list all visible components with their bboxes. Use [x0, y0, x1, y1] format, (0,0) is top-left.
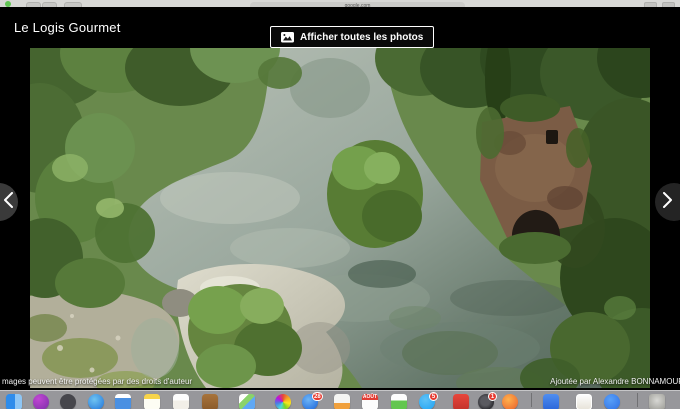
dock-icon-reminders[interactable]: [173, 394, 189, 409]
page-title: Le Logis Gourmet: [14, 20, 121, 35]
dock-icon-orange-circle[interactable]: [502, 394, 518, 409]
show-all-photos-label: Afficher toutes les photos: [300, 32, 423, 43]
show-all-photos-button[interactable]: Afficher toutes les photos: [270, 26, 434, 48]
chevron-left-icon: [4, 192, 13, 213]
next-photo-button[interactable]: [655, 183, 680, 221]
dock-icon-blue-picture[interactable]: [115, 394, 131, 409]
dark-circle-badge: 1: [488, 392, 497, 401]
dock: 28 AOÛT 5 1: [0, 390, 680, 409]
previous-photo-button[interactable]: [0, 183, 18, 221]
dock-icon-blue-circle[interactable]: [604, 394, 620, 409]
dock-icon-blue-folder[interactable]: [543, 394, 559, 409]
photo-stage: mages peuvent être protégées par des dro…: [0, 48, 680, 388]
dock-icon-photos[interactable]: [275, 394, 291, 409]
dock-icon-finder[interactable]: [6, 394, 22, 409]
dock-icon-notes[interactable]: [144, 394, 160, 409]
viewer-header: Le Logis Gourmet Afficher toutes les pho…: [0, 7, 680, 48]
chevron-right-icon: [663, 192, 672, 213]
twitter-badge: 5: [429, 392, 438, 401]
dock-divider: [531, 393, 532, 407]
copyright-notice: mages peuvent être protégées par des dro…: [2, 377, 192, 386]
dock-icon-picture-frame[interactable]: [576, 394, 592, 409]
dock-icon-maps[interactable]: [239, 394, 255, 409]
dock-icon-trash[interactable]: [649, 394, 665, 409]
mail-badge: 28: [312, 392, 323, 401]
dock-icon-red-app[interactable]: [453, 394, 469, 409]
photo-library-icon: [281, 32, 294, 43]
dock-icon-brown-app[interactable]: [202, 394, 218, 409]
dock-icon-safari[interactable]: [88, 394, 104, 409]
dock-icon-purple-circle[interactable]: [33, 394, 49, 409]
calendar-month-label: AOÛT: [362, 394, 378, 400]
dock-divider: [637, 393, 638, 407]
dock-icon-green-app[interactable]: [391, 394, 407, 409]
dock-icon-calendar[interactable]: AOÛT: [362, 394, 378, 409]
dock-icon-orange-document[interactable]: [334, 394, 350, 409]
photo-image: [30, 48, 650, 388]
photo-attribution: Ajoutée par Alexandre BONNAMOUR: [550, 377, 680, 386]
dock-icon-paper-plane-circle[interactable]: [60, 394, 76, 409]
